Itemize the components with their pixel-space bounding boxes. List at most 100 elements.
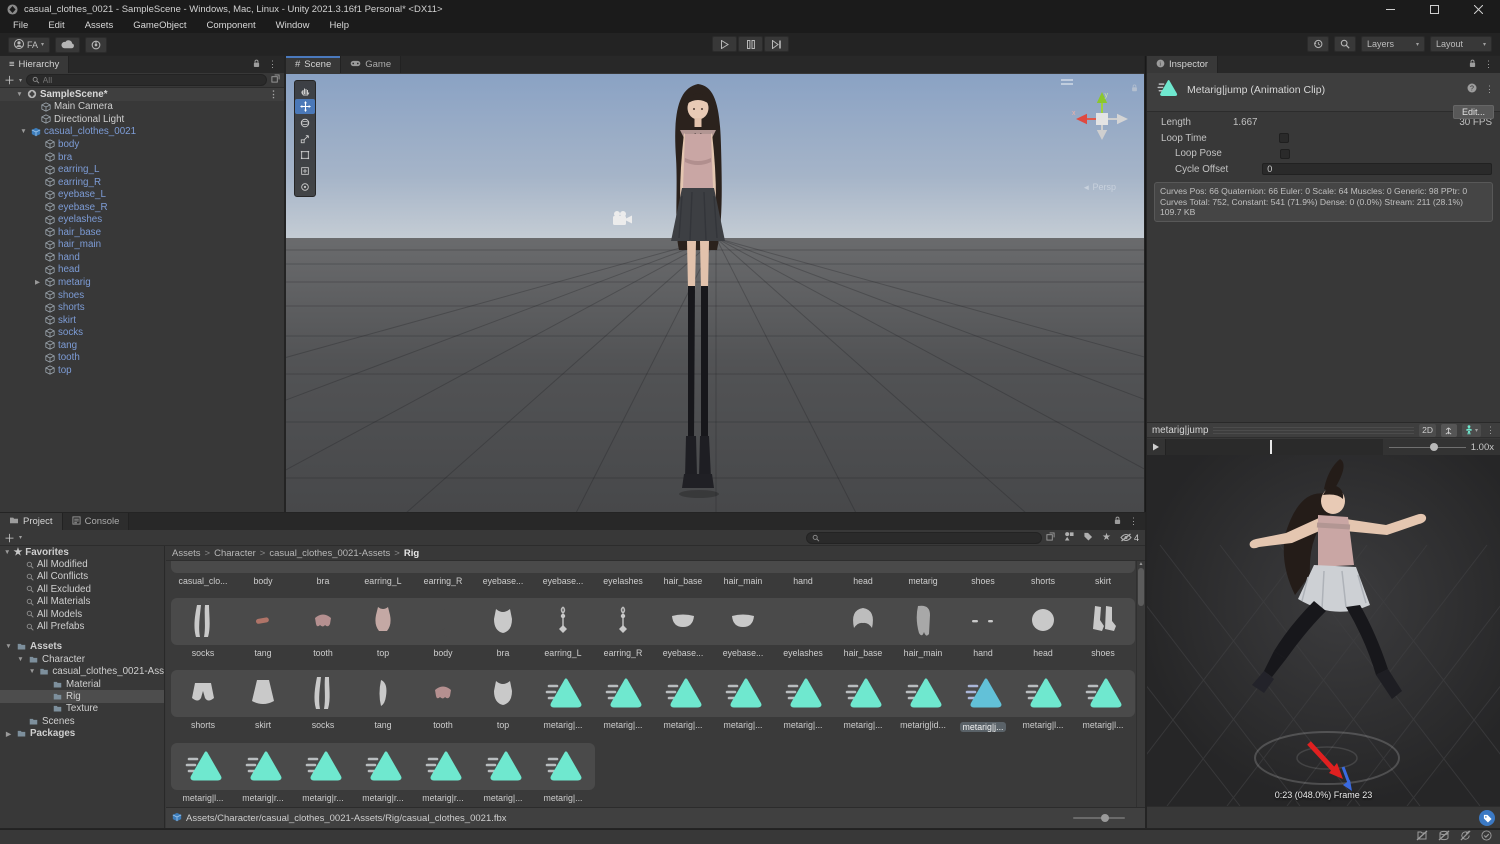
edit-button[interactable]: Edit...	[1452, 105, 1494, 119]
asset-metarigr[interactable]: metarig|r...	[293, 561, 353, 807]
timeline-scrubber[interactable]	[1270, 440, 1273, 454]
asset-metarig[interactable]: metarig|...	[653, 561, 713, 807]
hierarchy-item-hand[interactable]: hand	[0, 251, 284, 264]
hierarchy-item-prefab-root[interactable]: ▼ casual_clothes_0021	[0, 126, 284, 139]
transform-tool[interactable]	[295, 163, 315, 178]
hierarchy-item-tang[interactable]: tang	[0, 339, 284, 352]
cloud-button[interactable]	[55, 36, 81, 53]
preview-speed-slider[interactable]	[1389, 443, 1466, 451]
cycle-offset-field[interactable]: 0	[1262, 163, 1492, 176]
breadcrumb-rig[interactable]: Rig	[404, 548, 419, 559]
camera-gizmo-icon[interactable]	[610, 210, 634, 226]
loop-pose-checkbox[interactable]	[1279, 148, 1290, 159]
preview-play-button[interactable]	[1147, 443, 1165, 451]
hidden-count-toggle[interactable]: 4	[1120, 533, 1139, 543]
grid-scrollbar[interactable]: ▲	[1136, 561, 1145, 807]
axis-orientation-gizmo[interactable]: y x	[1070, 88, 1134, 152]
hierarchy-item-shorts[interactable]: shorts	[0, 301, 284, 314]
tab-scene[interactable]: # Scene	[286, 56, 342, 73]
asset-metarigr[interactable]: metarig|r...	[233, 561, 293, 807]
breadcrumb-character[interactable]: Character	[214, 548, 256, 559]
move-tool[interactable]	[295, 99, 315, 114]
menu-window[interactable]: Window	[267, 20, 319, 31]
asset-metarigl[interactable]: metarig|l...	[1073, 561, 1133, 807]
breadcrumb-assets[interactable]: Assets	[172, 548, 201, 559]
auto-refresh-off-icon[interactable]	[1460, 830, 1471, 844]
size-slider-knob[interactable]	[1101, 814, 1109, 822]
lock-icon[interactable]	[1469, 59, 1476, 71]
preview-drag-handle[interactable]	[1213, 426, 1415, 434]
hierarchy-item-main-camera[interactable]: Main Camera	[0, 101, 284, 114]
scale-tool[interactable]	[295, 131, 315, 146]
menu-file[interactable]: File	[4, 20, 37, 31]
search-everywhere-button[interactable]	[1334, 36, 1356, 52]
menu-edit[interactable]: Edit	[39, 20, 73, 31]
favorite-all-models[interactable]: All Models	[0, 608, 164, 620]
close-button[interactable]	[1456, 0, 1500, 18]
menu-component[interactable]: Component	[198, 20, 265, 31]
perspective-label[interactable]: ◄ Persp	[1082, 182, 1116, 192]
preview-avatar-button[interactable]: ▾	[1461, 423, 1481, 437]
scroll-thumb[interactable]	[1138, 568, 1144, 606]
menu-help[interactable]: Help	[320, 20, 358, 31]
hierarchy-item-tooth[interactable]: tooth	[0, 351, 284, 364]
panel-menu-icon[interactable]: ⋮	[1484, 59, 1493, 70]
play-button[interactable]	[712, 36, 737, 52]
cache-server-off-icon[interactable]	[1438, 830, 1450, 844]
asset-metarigr[interactable]: metarig|r...	[413, 561, 473, 807]
asset-labels-button[interactable]	[1479, 810, 1495, 826]
folder-material[interactable]: Material	[0, 678, 164, 690]
menu-assets[interactable]: Assets	[76, 20, 123, 31]
folder-rig[interactable]: Rig	[0, 690, 164, 703]
undo-history-button[interactable]	[1307, 36, 1329, 52]
preview-pivot-button[interactable]	[1440, 423, 1457, 437]
hierarchy-item-top[interactable]: top	[0, 364, 284, 377]
hierarchy-item-socks[interactable]: socks	[0, 326, 284, 339]
asset-metarig[interactable]: metarig|...	[773, 561, 833, 807]
directory-monitoring-off-icon[interactable]	[1416, 830, 1428, 844]
hierarchy-item-hair_main[interactable]: hair_main	[0, 239, 284, 252]
hierarchy-item-hair_base[interactable]: hair_base	[0, 226, 284, 239]
view-hand-tool[interactable]	[295, 83, 315, 98]
panel-menu-icon[interactable]: ⋮	[268, 59, 277, 70]
hierarchy-item-earring_L[interactable]: earring_L	[0, 163, 284, 176]
hierarchy-item-bra[interactable]: bra	[0, 151, 284, 164]
breadcrumb-casual_clothes_0021-assets[interactable]: casual_clothes_0021-Assets	[269, 548, 390, 559]
layers-dropdown[interactable]: Layers ▾	[1361, 36, 1425, 52]
tab-hierarchy[interactable]: ≡ Hierarchy	[0, 56, 70, 73]
hierarchy-item-eyelashes[interactable]: eyelashes	[0, 213, 284, 226]
asset-metarig[interactable]: metarig|...	[713, 561, 773, 807]
create-add-button[interactable]: ＋	[4, 72, 15, 88]
loop-time-checkbox[interactable]	[1278, 133, 1289, 144]
asset-metarigid[interactable]: metarig|id...	[893, 561, 953, 807]
item-menu-icon[interactable]: ⋮	[269, 89, 284, 100]
create-add-button[interactable]: ＋	[4, 530, 15, 546]
maximize-button[interactable]	[1412, 0, 1456, 18]
hierarchy-item-skirt[interactable]: skirt	[0, 314, 284, 327]
asset-metarigl[interactable]: metarig|l...	[173, 561, 233, 807]
hierarchy-item-eyebase_L[interactable]: eyebase_L	[0, 188, 284, 201]
asset-metarigj[interactable]: metarig|j...	[953, 561, 1013, 807]
preview-timeline[interactable]	[1165, 439, 1383, 455]
hierarchy-search-input[interactable]	[26, 74, 267, 86]
speed-slider-knob[interactable]	[1430, 443, 1439, 451]
lock-icon[interactable]	[253, 59, 260, 71]
overlay-menu-handle[interactable]	[1061, 79, 1073, 85]
animation-preview-viewport[interactable]: 0:23 (048.0%) Frame 23	[1147, 455, 1500, 806]
preview-menu-icon[interactable]: ⋮	[1486, 425, 1495, 436]
asset-metarig[interactable]: metarig|...	[533, 561, 593, 807]
scroll-up-arrow[interactable]: ▲	[1137, 561, 1145, 567]
asset-metarig[interactable]: metarig|...	[593, 561, 653, 807]
thumbnail-size-slider[interactable]	[1073, 814, 1125, 822]
rect-tool[interactable]	[295, 147, 315, 162]
hierarchy-item-metarig[interactable]: ▶ metarig	[0, 276, 284, 289]
version-control-icon[interactable]	[85, 36, 108, 53]
filter-by-type-icon[interactable]	[1064, 531, 1074, 544]
asset-metarig[interactable]: metarig|...	[473, 561, 533, 807]
menu-gameobject[interactable]: GameObject	[124, 20, 195, 31]
search-by-type-icon[interactable]	[1046, 531, 1055, 544]
pick-window-icon[interactable]	[271, 74, 280, 86]
filter-by-label-icon[interactable]	[1083, 532, 1093, 544]
help-icon[interactable]: ?	[1467, 83, 1477, 96]
asset-metarigr[interactable]: metarig|r...	[353, 561, 413, 807]
